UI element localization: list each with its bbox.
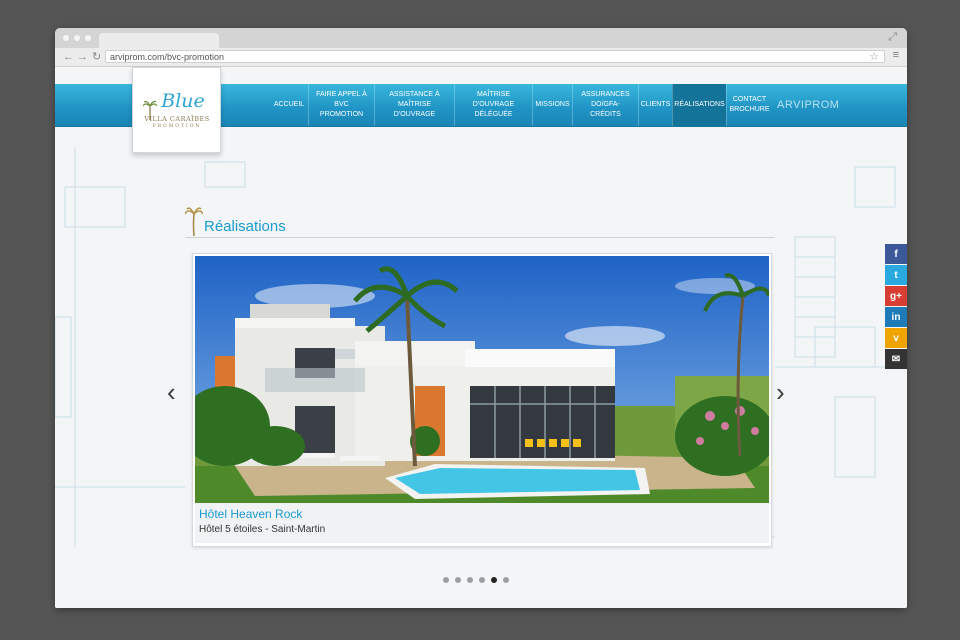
- address-bar[interactable]: arviprom.com/bvc-promotion: [105, 50, 885, 63]
- section-title: Réalisations: [204, 218, 286, 235]
- section-divider: [185, 237, 775, 238]
- slide-image[interactable]: [195, 256, 769, 503]
- fullscreen-icon[interactable]: ⤢: [888, 31, 897, 44]
- palm-tree-icon: [185, 207, 203, 236]
- browser-titlebar: ⤢: [55, 28, 907, 48]
- logo-line1: VILLA CARAÏBES: [144, 115, 210, 123]
- web-page: ACCUEIL FAIRE APPEL À BVC PROMOTION ASSI…: [55, 67, 907, 608]
- google-plus-icon[interactable]: g+: [885, 286, 907, 306]
- window-controls[interactable]: [63, 35, 91, 41]
- reload-icon[interactable]: ↻: [92, 50, 101, 64]
- logo-line2: PROMOTION: [152, 124, 202, 129]
- nav-item-missions[interactable]: MISSIONS: [532, 84, 572, 126]
- pager-dot[interactable]: [503, 577, 509, 583]
- logo-word: Blue: [161, 90, 205, 112]
- browser-menu-icon[interactable]: ≡: [893, 49, 899, 61]
- twitter-icon[interactable]: t: [885, 265, 907, 285]
- nav-item-clients[interactable]: CLIENTS: [638, 84, 672, 126]
- linkedin-icon[interactable]: in: [885, 307, 907, 327]
- realisations-slider[interactable]: Hôtel Heaven Rock Hôtel 5 étoiles - Sain…: [192, 253, 772, 547]
- pager-dot-active[interactable]: [491, 577, 497, 583]
- slider-prev-button[interactable]: ‹: [167, 379, 176, 405]
- minimize-dot[interactable]: [74, 35, 80, 41]
- maximize-dot[interactable]: [85, 35, 91, 41]
- viadeo-icon[interactable]: v: [885, 328, 907, 348]
- nav-item-faire-appel[interactable]: FAIRE APPEL À BVC PROMOTION: [308, 84, 374, 126]
- nav-item-assistance[interactable]: ASSISTANCE À MAÎTRISE D'OUVRAGE: [374, 84, 454, 126]
- slide-caption: Hôtel Heaven Rock Hôtel 5 étoiles - Sain…: [195, 503, 769, 543]
- nav-item-assurances[interactable]: ASSURANCES DO/GFA-CRÉDITS: [572, 84, 638, 126]
- slide-subtitle: Hôtel 5 étoiles - Saint-Martin: [199, 524, 326, 535]
- nav-item-contact-brochure[interactable]: CONTACT BROCHURE: [726, 84, 772, 126]
- social-share-bar: f t g+ in v ✉: [885, 244, 907, 370]
- slide-title[interactable]: Hôtel Heaven Rock: [199, 507, 302, 521]
- email-icon[interactable]: ✉: [885, 349, 907, 369]
- arviprom-brand[interactable]: ARVIPROM: [777, 99, 839, 111]
- slider-pagination: [443, 577, 509, 583]
- browser-tab[interactable]: [99, 33, 219, 48]
- forward-icon[interactable]: →: [77, 50, 88, 64]
- nav-item-maitrise-deleguee[interactable]: MAÎTRISE D'OUVRAGE DÉLÉGUÉE: [454, 84, 532, 126]
- slider-next-button[interactable]: ›: [776, 379, 785, 405]
- pager-dot[interactable]: [467, 577, 473, 583]
- close-dot[interactable]: [63, 35, 69, 41]
- browser-toolbar: ← → ↻ arviprom.com/bvc-promotion ☆ ≡: [55, 48, 907, 67]
- site-logo[interactable]: Blue VILLA CARAÏBES PROMOTION: [132, 67, 221, 153]
- nav-item-accueil[interactable]: ACCUEIL: [270, 84, 308, 126]
- pager-dot[interactable]: [443, 577, 449, 583]
- pager-dot[interactable]: [455, 577, 461, 583]
- bookmark-star-icon[interactable]: ☆: [869, 50, 879, 63]
- nav-item-realisations[interactable]: RÉALISATIONS: [672, 84, 726, 126]
- back-icon[interactable]: ←: [63, 50, 74, 64]
- pager-dot[interactable]: [479, 577, 485, 583]
- facebook-icon[interactable]: f: [885, 244, 907, 264]
- browser-window: ⤢ ← → ↻ arviprom.com/bvc-promotion ☆ ≡ A…: [55, 28, 907, 608]
